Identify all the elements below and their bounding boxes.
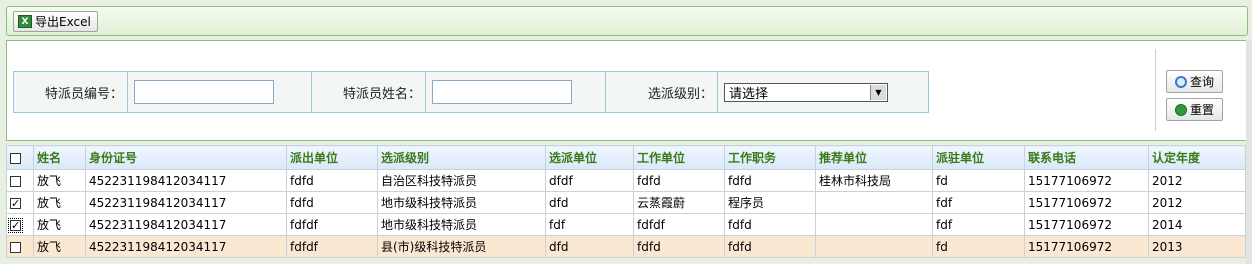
reset-button[interactable]: 重置 <box>1166 98 1223 121</box>
table-cell: fd <box>932 169 1025 192</box>
table-cell: fd <box>932 235 1025 258</box>
export-excel-button[interactable]: X 导出Excel <box>13 11 98 32</box>
row-checkbox[interactable]: ✓ <box>8 217 23 233</box>
table-cell: 自治区科技特派员 <box>377 169 546 192</box>
toolbar: X 导出Excel <box>6 6 1248 36</box>
search-icon <box>1174 75 1187 88</box>
table-cell <box>815 191 933 214</box>
row-checkbox[interactable] <box>10 175 21 187</box>
table-cell: 15177106972 <box>1024 169 1149 192</box>
row-select-cell: ✓ <box>6 213 34 236</box>
query-button-label: 查询 <box>1189 75 1214 89</box>
table-cell: fdfdf <box>286 235 378 258</box>
table-cell: 放飞 <box>33 213 86 236</box>
table-row[interactable]: ✓ 放飞 452231198412034117 fdfdf 地市级科技特派员 fdf fdf… <box>6 213 1246 236</box>
row-checkbox[interactable]: ✓ <box>10 197 21 209</box>
table-cell: 452231198412034117 <box>85 213 287 236</box>
table-cell: dfd <box>545 191 634 214</box>
table-cell: fdfd <box>286 191 378 214</box>
level-field-cell: 请选择 ▼ <box>718 72 928 112</box>
vertical-scrollbar[interactable] <box>1246 40 1252 264</box>
table-cell: dfd <box>545 235 634 258</box>
table-cell: 452231198412034117 <box>85 235 287 258</box>
table-cell: 县(市)级科技特派员 <box>377 235 546 258</box>
col-header[interactable]: 派出单位 <box>286 145 378 170</box>
select-all-cell <box>6 145 34 170</box>
table-cell: 452231198412034117 <box>85 191 287 214</box>
level-label: 选派级别： <box>606 72 718 112</box>
col-header[interactable]: 工作职务 <box>724 145 816 170</box>
table-cell: 桂林市科技局 <box>815 169 933 192</box>
table-cell: fdf <box>932 191 1025 214</box>
refresh-icon <box>1174 103 1187 116</box>
table-cell: fdf <box>932 213 1025 236</box>
table-cell: 云蒸霞蔚 <box>633 191 725 214</box>
col-header[interactable]: 认定年度 <box>1148 145 1246 170</box>
select-all-checkbox[interactable] <box>10 152 21 164</box>
table-cell: fdfd <box>724 235 816 258</box>
data-grid: 姓名 身份证号 派出单位 选派级别 选派单位 工作单位 工作职务 推荐单位 派驻… <box>6 145 1246 258</box>
table-row[interactable]: 放飞 452231198412034117 fdfdf 县(市)级科技特派员 dfd fd… <box>6 235 1246 258</box>
table-cell: 放飞 <box>33 191 86 214</box>
table-cell: fdfd <box>724 213 816 236</box>
search-panel: 特派员编号： 特派员姓名： 选派级别： 请选择 ▼ 查询 重置 <box>6 40 1248 141</box>
name-field-cell <box>426 72 606 112</box>
chevron-down-icon[interactable]: ▼ <box>870 84 886 100</box>
table-cell: 2013 <box>1148 235 1246 258</box>
table-cell: 452231198412034117 <box>85 169 287 192</box>
reset-button-label: 重置 <box>1189 103 1214 117</box>
id-field-cell <box>128 72 312 112</box>
row-select-cell <box>6 169 34 192</box>
level-select-value: 请选择 <box>729 86 769 102</box>
col-header[interactable]: 派驻单位 <box>932 145 1025 170</box>
excel-icon: X <box>18 15 32 28</box>
id-input[interactable] <box>134 80 274 104</box>
table-header: 姓名 身份证号 派出单位 选派级别 选派单位 工作单位 工作职务 推荐单位 派驻… <box>6 145 1246 170</box>
id-label: 特派员编号： <box>14 72 128 112</box>
table-cell: 地市级科技特派员 <box>377 191 546 214</box>
table-cell: 2012 <box>1148 191 1246 214</box>
level-select[interactable]: 请选择 ▼ <box>724 82 888 102</box>
table-cell: 程序员 <box>724 191 816 214</box>
panel-divider <box>1155 49 1156 131</box>
table-cell: 15177106972 <box>1024 191 1149 214</box>
table-cell: 2014 <box>1148 213 1246 236</box>
table-cell: fdfdf <box>633 213 725 236</box>
col-header[interactable]: 姓名 <box>33 145 86 170</box>
col-header[interactable]: 推荐单位 <box>815 145 933 170</box>
table-cell: fdf <box>545 213 634 236</box>
table-cell: 放飞 <box>33 235 86 258</box>
export-excel-label: 导出Excel <box>35 15 91 29</box>
row-select-cell: ✓ <box>6 191 34 214</box>
table-cell <box>815 213 933 236</box>
table-cell: fdfd <box>633 235 725 258</box>
row-checkbox[interactable] <box>10 241 21 253</box>
table-cell <box>815 235 933 258</box>
table-cell: 15177106972 <box>1024 213 1149 236</box>
table-cell: dfdf <box>545 169 634 192</box>
col-header[interactable]: 选派单位 <box>545 145 634 170</box>
table-row[interactable]: ✓ 放飞 452231198412034117 fdfd 地市级科技特派员 dfd 云蒸霞蔚… <box>6 191 1246 214</box>
table-cell: fdfdf <box>286 213 378 236</box>
col-header[interactable]: 联系电话 <box>1024 145 1149 170</box>
col-header[interactable]: 工作单位 <box>633 145 725 170</box>
table-cell: 放飞 <box>33 169 86 192</box>
col-header[interactable]: 身份证号 <box>85 145 287 170</box>
table-row[interactable]: 放飞 452231198412034117 fdfd 自治区科技特派员 dfdf fdfd… <box>6 169 1246 192</box>
name-label: 特派员姓名： <box>312 72 426 112</box>
query-button[interactable]: 查询 <box>1166 70 1223 93</box>
table-cell: fdfd <box>724 169 816 192</box>
table-cell: 15177106972 <box>1024 235 1149 258</box>
table-cell: 地市级科技特派员 <box>377 213 546 236</box>
table-cell: fdfd <box>286 169 378 192</box>
name-input[interactable] <box>432 80 572 104</box>
row-select-cell <box>6 235 34 258</box>
table-cell: 2012 <box>1148 169 1246 192</box>
table-cell: fdfd <box>633 169 725 192</box>
search-form: 特派员编号： 特派员姓名： 选派级别： 请选择 ▼ <box>13 71 929 113</box>
col-header[interactable]: 选派级别 <box>377 145 546 170</box>
